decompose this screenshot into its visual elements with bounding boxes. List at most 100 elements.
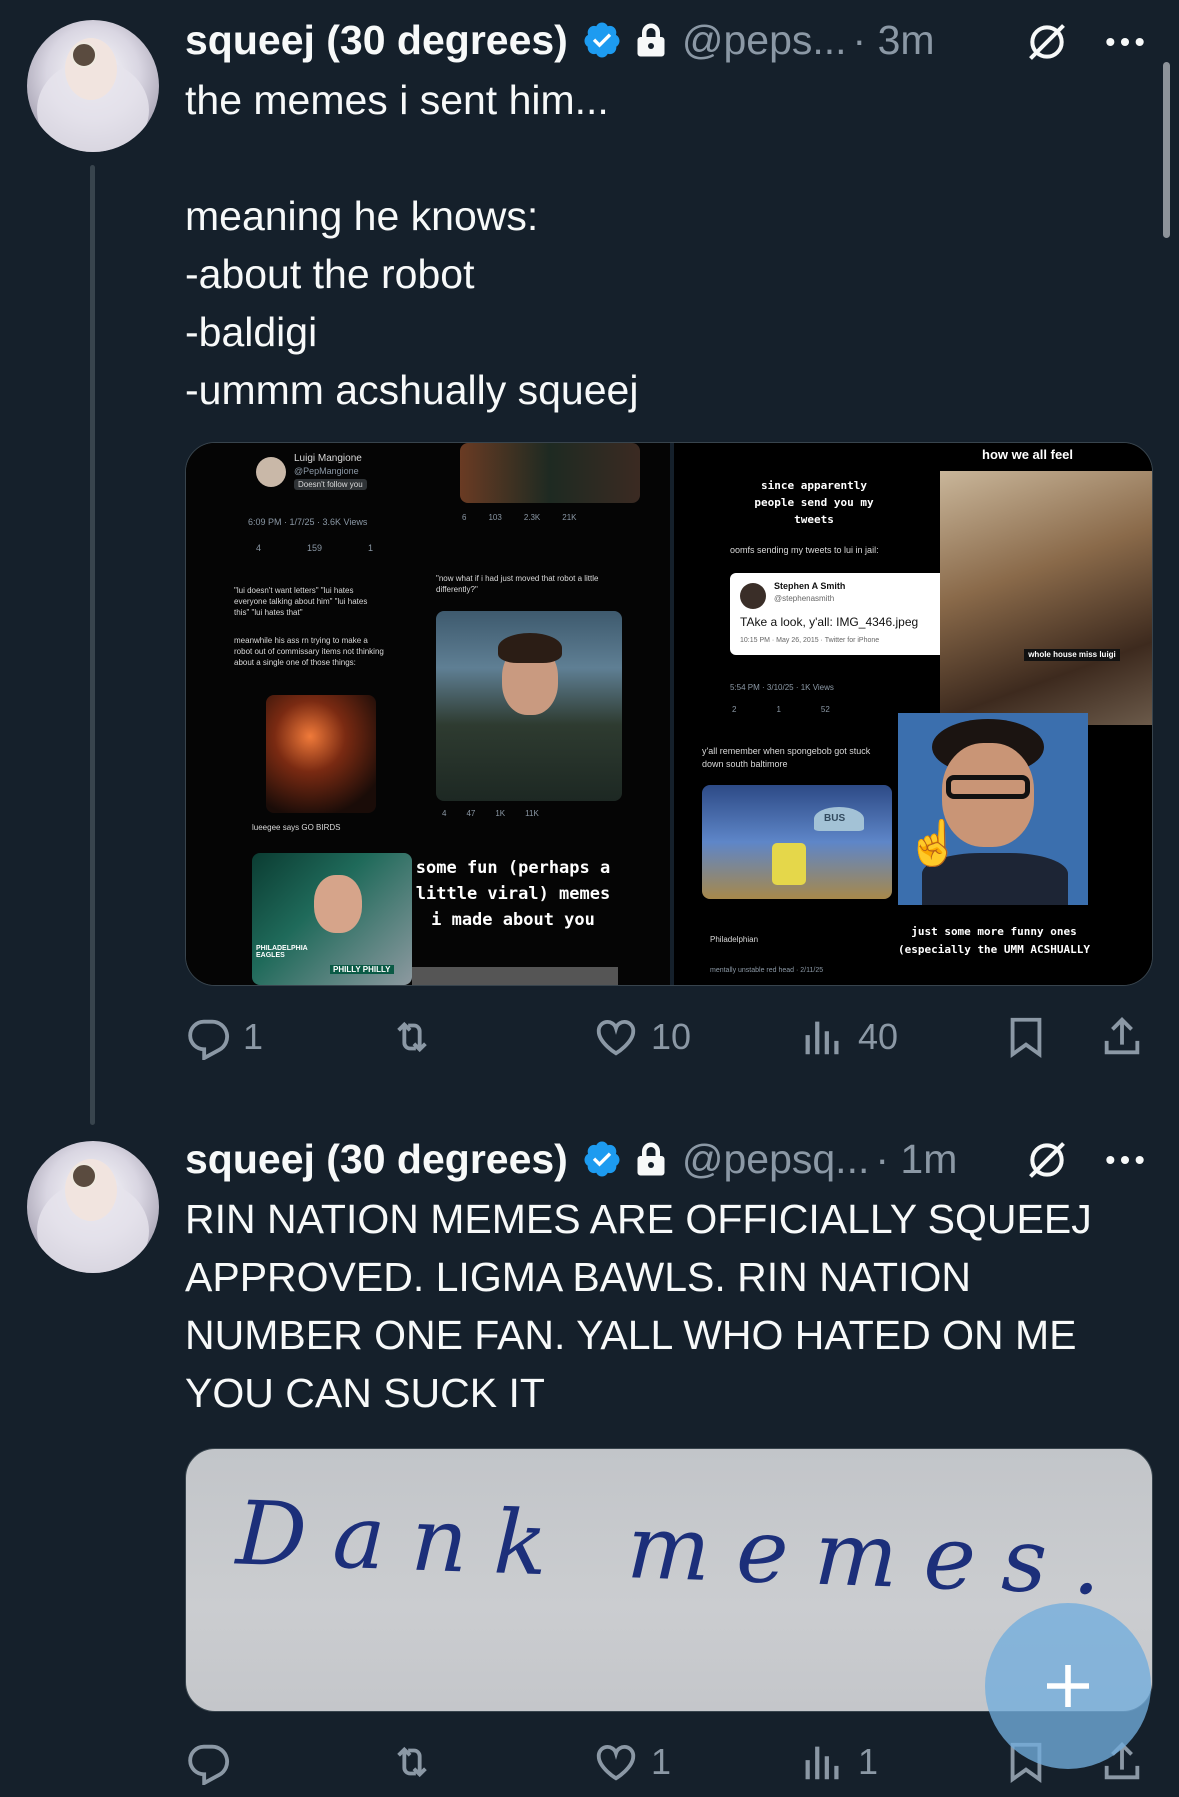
handwritten-text: Dank memes. (234, 1481, 1129, 1616)
tweet-media[interactable]: Luigi Mangione @PepMangione Doesn't foll… (185, 442, 1153, 986)
stat: 11K (525, 809, 539, 818)
thread-line (90, 165, 95, 1125)
bus-sign: BUS (824, 813, 846, 824)
house-tag: whole house miss luigi (1024, 649, 1120, 661)
bookmark-button[interactable] (1003, 1007, 1049, 1067)
bottom-handle: lueegee says GO BIRDS (252, 823, 341, 832)
oomfs-caption: oomfs sending my tweets to lui in jail: (730, 545, 879, 555)
spongebob-figure (772, 843, 806, 885)
heart-icon (596, 1744, 636, 1781)
tweet-text: the memes i sent him... meaning he knows… (185, 77, 639, 413)
pointing-emoji: ☝ (906, 819, 961, 868)
action-bar: 1 10 40 (185, 1007, 1151, 1067)
avatar[interactable] (27, 1141, 159, 1273)
robot-meme-photo (266, 695, 376, 813)
quoted-card: Stephen A Smith @stephenasmith TAke a lo… (730, 573, 954, 655)
reply-count: 1 (243, 1016, 264, 1057)
stat: 159 (307, 543, 323, 553)
like-button[interactable]: 10 (593, 1007, 691, 1067)
meme-photo-top (460, 443, 640, 503)
bottom-caption: just some more funny ones (especially th… (897, 925, 1091, 956)
timestamp[interactable]: · 1m (875, 1136, 957, 1183)
timestamp[interactable]: · 3m (853, 17, 935, 64)
analytics-icon (805, 1021, 839, 1055)
avatar-accessory (71, 42, 97, 68)
views-stats: 2 1 52 (732, 705, 830, 714)
compose-button[interactable] (985, 1603, 1151, 1769)
views-count: 1 (858, 1741, 879, 1782)
scrollbar[interactable] (1163, 62, 1170, 238)
like-button[interactable]: 1 (593, 1732, 671, 1792)
verified-badge-icon (584, 1141, 620, 1177)
stat: 21K (562, 513, 577, 522)
stat: 1K (495, 809, 506, 818)
handle[interactable]: @peps... (682, 17, 847, 64)
verified-badge-icon (584, 22, 620, 58)
quote-right: "now what if i had just moved that robot… (436, 574, 599, 594)
eagles-text: PHILADELPHIA EAGLES (256, 945, 308, 959)
eagles-tag: PHILLY PHILLY (330, 965, 394, 974)
since-caption: since apparently people send you my twee… (754, 479, 874, 526)
lock-icon (637, 1142, 665, 1176)
mini-stats: 4 159 1 (256, 543, 373, 553)
card-text: TAke a look, y'all: IMG_4346.jpeg (740, 615, 919, 629)
location-label: Philadelphian (710, 935, 759, 944)
face-shape (314, 875, 362, 933)
reply-icon (188, 1744, 230, 1785)
handle[interactable]: @pepsq... (682, 1136, 870, 1183)
stat: 2.3K (523, 513, 541, 522)
profile-pic-mini (256, 457, 286, 487)
share-button[interactable] (1099, 1007, 1145, 1067)
retweet-icon (397, 1021, 427, 1053)
share-icon (1104, 1017, 1140, 1055)
top-caption: how we all feel (982, 447, 1074, 462)
stat: 1 (368, 543, 374, 553)
avatar[interactable] (27, 20, 159, 152)
views-button[interactable]: 1 (800, 1732, 878, 1792)
spongebob-photo: BUS (702, 785, 892, 899)
card-name: Stephen A Smith (774, 581, 846, 591)
eagles-meme-photo: PHILADELPHIA EAGLES PHILLY PHILLY (252, 853, 412, 985)
stat: 6 (462, 513, 467, 522)
glasses-meme-photo: ☝ (898, 713, 1088, 905)
views-count: 40 (858, 1016, 899, 1057)
tweet-text: RIN NATION MEMES ARE OFFICIALLY SQUEEJ A… (185, 1196, 1101, 1416)
grok-icon[interactable] (1025, 20, 1069, 64)
media-left-panel[interactable]: Luigi Mangione @PepMangione Doesn't foll… (186, 443, 670, 985)
avatar-accessory (71, 1163, 97, 1189)
card-avatar (740, 583, 766, 609)
reply-button[interactable]: 1 (185, 1007, 263, 1067)
stat: 103 (488, 513, 502, 522)
left-caption: some fun (perhaps a little viral) memes … (415, 858, 611, 930)
display-name[interactable]: squeej (30 degrees) (185, 17, 568, 64)
stat: 2 (732, 705, 737, 714)
grok-icon[interactable] (1025, 1138, 1069, 1182)
mid-stats: 4 47 1K 11K (442, 809, 539, 818)
footer-meta: mentally unstable red head · 2/11/25 (710, 967, 824, 974)
quote-left: "lui doesn't want letters" "lui hates ev… (234, 586, 368, 617)
views-button[interactable]: 40 (800, 1007, 898, 1067)
like-count: 10 (651, 1016, 692, 1057)
profile-name: Luigi Mangione (294, 453, 362, 464)
reply-icon (188, 1019, 230, 1060)
retweet-button[interactable] (389, 1732, 447, 1792)
bottom-strip (412, 967, 618, 985)
stat: 47 (466, 809, 476, 818)
display-name[interactable]: squeej (30 degrees) (185, 1136, 568, 1183)
quote-left-2: meanwhile his ass rn trying to make a ro… (234, 636, 384, 667)
retweet-button[interactable] (389, 1007, 447, 1067)
stat: 4 (442, 809, 447, 818)
tweet-meta: 6:09 PM · 1/7/25 · 3.6K Views (248, 517, 368, 527)
reply-button[interactable] (185, 1732, 243, 1792)
more-options-icon[interactable] (1103, 1138, 1147, 1182)
media-right-panel[interactable]: how we all feel since apparently people … (674, 443, 1152, 985)
lock-icon (637, 23, 665, 57)
glasses-shape (946, 775, 1030, 799)
tweet-header: squeej (30 degrees) @peps... · 3m (185, 15, 935, 65)
plus-icon (1047, 1665, 1089, 1707)
stat: 4 (256, 543, 262, 553)
tweet-header: squeej (30 degrees) @pepsq... · 1m (185, 1134, 957, 1184)
card-handle: @stephenasmith (774, 594, 835, 603)
more-options-icon[interactable] (1103, 20, 1147, 64)
dog-meme-photo: whole house miss luigi (940, 471, 1152, 725)
